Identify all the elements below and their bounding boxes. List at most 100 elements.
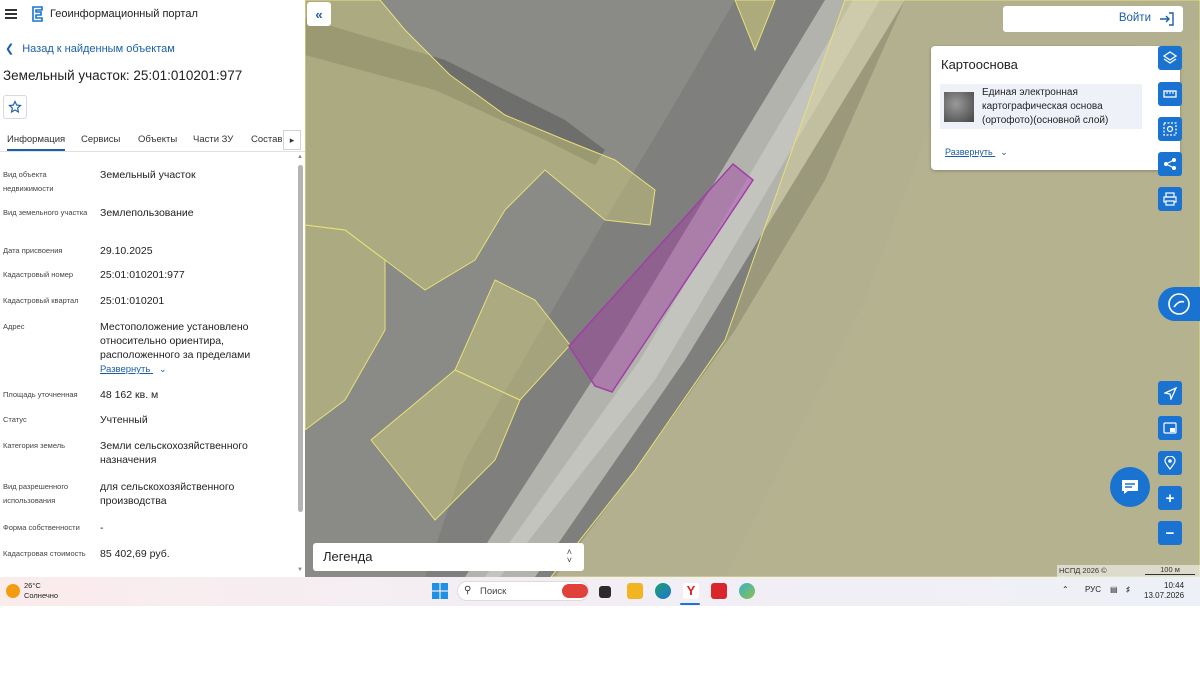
pdf-reader-icon[interactable] bbox=[711, 583, 727, 599]
select-area-icon bbox=[1163, 122, 1177, 136]
edge-browser-icon[interactable] bbox=[655, 583, 671, 599]
property-label: Вид разрешенного использования bbox=[3, 482, 69, 505]
terminal-app-icon[interactable] bbox=[599, 586, 611, 598]
login-button[interactable]: Войти bbox=[1003, 6, 1183, 32]
chevron-down-icon: ⌄ bbox=[159, 364, 167, 374]
weather-widget[interactable]: 26°C Солнечно bbox=[24, 581, 58, 601]
chevron-left-icon: ❮ bbox=[5, 43, 15, 55]
tab-bar: Информация Сервисы Объекты Части ЗУ Сост… bbox=[0, 128, 305, 152]
weather-temp: 26°C bbox=[24, 581, 41, 590]
favorite-button[interactable] bbox=[3, 95, 27, 119]
taskbar-search[interactable]: ⚲ Поиск bbox=[457, 581, 589, 601]
active-app-indicator bbox=[680, 603, 700, 605]
tab-objects[interactable]: Объекты bbox=[138, 134, 177, 145]
property-label: Дата присвоения bbox=[3, 246, 63, 255]
legend-title: Легенда bbox=[323, 549, 373, 564]
property-value: 29.10.2025 bbox=[100, 245, 153, 257]
tabs-scroll-right-button[interactable]: ▸ bbox=[283, 130, 301, 150]
scale-bar: 100 м bbox=[1145, 565, 1195, 575]
print-icon bbox=[1163, 192, 1177, 206]
yandex-browser-icon[interactable]: Y bbox=[683, 583, 699, 599]
basemap-expand-label: Развернуть bbox=[945, 147, 993, 157]
tab-info[interactable]: Информация bbox=[7, 134, 66, 151]
tab-parts[interactable]: Части ЗУ bbox=[193, 134, 233, 145]
zoom-out-button[interactable]: − bbox=[1158, 521, 1182, 545]
basemap-thumbnail bbox=[944, 92, 974, 122]
zoom-in-button[interactable]: + bbox=[1158, 486, 1182, 510]
basemap-expand-link[interactable]: Развернуть ⌄ bbox=[945, 147, 1008, 158]
ruler-icon bbox=[1163, 90, 1177, 98]
windows-icon bbox=[432, 583, 448, 599]
app-icon[interactable] bbox=[739, 583, 755, 599]
legend-panel[interactable]: Легенда ˄ ˅ bbox=[313, 543, 584, 571]
system-clock[interactable]: 10:44 13.07.2026 bbox=[1144, 581, 1184, 601]
search-highlight-icon bbox=[562, 584, 588, 598]
locate-me-button[interactable] bbox=[1158, 451, 1182, 475]
assistant-button[interactable] bbox=[1158, 287, 1200, 321]
map-view[interactable]: « Войти Картооснова Единая электронная к… bbox=[305, 0, 1200, 577]
property-value: 25:01:010201 bbox=[100, 295, 165, 307]
scroll-down-arrow-icon[interactable]: ▼ bbox=[297, 567, 303, 573]
layers-icon bbox=[1163, 51, 1177, 64]
property-value: 48 162 кв. м bbox=[100, 389, 159, 401]
property-label: Категория земель bbox=[3, 441, 66, 450]
property-label: Площадь уточненная bbox=[3, 390, 78, 399]
share-icon bbox=[1164, 158, 1176, 170]
property-label: Адрес bbox=[3, 322, 25, 331]
property-value: Учтенный bbox=[100, 414, 148, 426]
clock-date: 13.07.2026 bbox=[1144, 591, 1185, 600]
volume-icon[interactable]: ♯ bbox=[1126, 585, 1130, 594]
location-pin-icon bbox=[1164, 456, 1176, 470]
search-icon: ⚲ bbox=[464, 585, 472, 596]
chevron-down-icon: ⌄ bbox=[1000, 147, 1008, 157]
select-area-button[interactable] bbox=[1158, 117, 1182, 141]
back-link[interactable]: ❮ Назад к найденным объектам bbox=[5, 42, 175, 55]
basemap-layer-item[interactable]: Единая электронная картографическая осно… bbox=[940, 84, 1142, 129]
address-expand-link[interactable]: Развернуть ⌄ bbox=[100, 364, 167, 375]
property-value: 85 402,69 руб. bbox=[100, 548, 170, 560]
scroll-up-arrow-icon[interactable]: ▲ bbox=[297, 154, 303, 160]
picture-in-picture-icon bbox=[1163, 422, 1177, 434]
portal-logo-icon bbox=[32, 6, 43, 22]
plus-icon: + bbox=[1165, 489, 1175, 507]
language-indicator[interactable]: РУС bbox=[1085, 585, 1101, 594]
start-button[interactable] bbox=[432, 583, 448, 599]
property-value: Местоположение установлено относительно … bbox=[100, 321, 251, 361]
collapse-panel-button[interactable]: « bbox=[307, 2, 331, 26]
back-link-label: Назад к найденным объектам bbox=[22, 43, 175, 55]
menu-icon[interactable] bbox=[5, 9, 17, 19]
basemap-panel: Картооснова Единая электронная картограф… bbox=[931, 46, 1180, 170]
scrollbar-thumb[interactable] bbox=[298, 165, 303, 512]
geolocation-button[interactable] bbox=[1158, 381, 1182, 405]
file-explorer-icon[interactable] bbox=[627, 583, 643, 599]
expand-collapse-icon: ˄ ˅ bbox=[566, 547, 572, 565]
search-placeholder: Поиск bbox=[480, 586, 507, 597]
support-chat-button[interactable] bbox=[1110, 467, 1150, 507]
layers-button[interactable] bbox=[1158, 46, 1182, 70]
measure-button[interactable] bbox=[1158, 82, 1182, 106]
minimap-button[interactable] bbox=[1158, 416, 1182, 440]
message-icon bbox=[1122, 480, 1138, 494]
chevron-up-icon[interactable]: ⌃ bbox=[1062, 585, 1069, 594]
clock-time: 10:44 bbox=[1164, 581, 1185, 590]
app-window: Геоинформационный портал ❮ Назад к найден… bbox=[0, 0, 1200, 675]
weather-desc: Солнечно bbox=[24, 591, 59, 600]
portal-title: Геоинформационный портал bbox=[50, 8, 198, 20]
attribution-text: НСПД 2026 © bbox=[1059, 566, 1107, 575]
print-button[interactable] bbox=[1158, 187, 1182, 211]
network-icon[interactable]: ▤ bbox=[1110, 585, 1118, 594]
chat-bubble-icon bbox=[1168, 293, 1190, 315]
tab-services[interactable]: Сервисы bbox=[81, 134, 120, 145]
expand-link-label: Развернуть bbox=[100, 364, 151, 375]
info-panel: Геоинформационный портал ❮ Назад к найден… bbox=[0, 0, 305, 577]
panel-header: Геоинформационный портал bbox=[0, 0, 305, 28]
basemap-layer-label: Единая электронная картографическая осно… bbox=[982, 87, 1109, 126]
sun-icon[interactable] bbox=[6, 584, 20, 598]
taskbar: 26°C Солнечно ⚲ Поиск Y ⌃ РУС ▤ ♯ 10:44 … bbox=[0, 577, 1200, 606]
page-title: Земельный участок: 25:01:010201:977 bbox=[3, 68, 243, 83]
tab-composition[interactable]: Состав bbox=[251, 134, 282, 145]
property-label: Вид земельного участка bbox=[3, 208, 88, 217]
property-label: Вид объекта недвижимости bbox=[3, 170, 54, 193]
share-button[interactable] bbox=[1158, 152, 1182, 176]
property-value: 25:01:010201:977 bbox=[100, 269, 185, 281]
